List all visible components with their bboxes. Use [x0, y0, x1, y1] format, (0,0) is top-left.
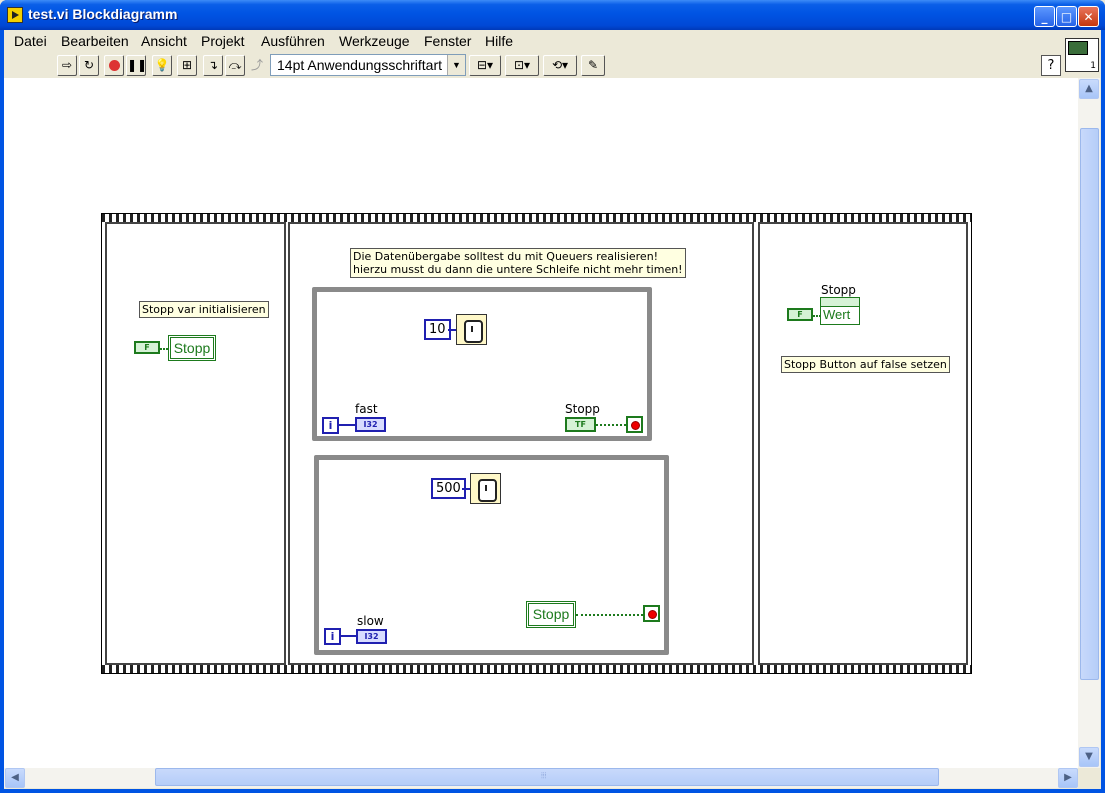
boolean-wire[interactable] — [160, 348, 168, 350]
false-constant-2[interactable]: F — [787, 308, 813, 321]
wait-ms-function-2[interactable] — [470, 473, 501, 504]
wait-ms-function[interactable] — [456, 314, 487, 345]
scroll-down-button[interactable]: ▼ — [1079, 747, 1099, 767]
stop-wire-2[interactable] — [576, 614, 643, 616]
sequence-frame-1[interactable] — [105, 222, 286, 665]
menu-ansicht[interactable]: Ansicht — [141, 33, 187, 49]
stop-condition-icon-2[interactable] — [643, 605, 660, 622]
scroll-right-button[interactable]: ▶ — [1058, 768, 1078, 788]
wait-wire[interactable] — [448, 329, 456, 331]
stop-condition-icon[interactable] — [626, 416, 643, 433]
comment-line-2: hierzu musst du dann die untere Schleife… — [353, 263, 683, 276]
property-node-header — [821, 298, 859, 307]
i32-type-text-2: I32 — [364, 632, 379, 641]
scrollbar-corner — [1078, 768, 1100, 788]
step-out-icon[interactable]: ⤴ — [247, 55, 267, 76]
property-value-wert[interactable]: Wert — [823, 307, 850, 322]
menu-hilfe[interactable]: Hilfe — [485, 33, 513, 49]
window-title: test.vi Blockdiagramm — [28, 6, 178, 22]
menu-werkzeuge[interactable]: Werkzeuge — [339, 33, 410, 49]
highlight-execution-icon[interactable]: 💡 — [152, 55, 172, 76]
boolean-wire-2[interactable] — [813, 315, 821, 317]
align-objects-icon[interactable]: ⊟▾ — [469, 55, 501, 76]
menu-bearbeiten[interactable]: Bearbeiten — [61, 33, 129, 49]
comment-init[interactable]: Stopp var initialisieren — [139, 301, 269, 318]
cleanup-diagram-icon[interactable]: ✎ — [581, 55, 605, 76]
indicator-label-slow: slow — [357, 614, 384, 628]
step-into-icon[interactable]: ↴ — [203, 55, 223, 76]
sequence-frame-3[interactable] — [758, 222, 968, 665]
false-constant[interactable]: F — [134, 341, 160, 354]
wait-wire-2[interactable] — [462, 488, 470, 490]
font-select-value: 14pt Anwendungsschriftart — [277, 57, 442, 73]
comment-line-1: Die Datenübergabe solltest du mit Queuer… — [353, 250, 659, 263]
property-node-stopp[interactable]: Wert — [820, 297, 860, 325]
local-variable-stopp[interactable]: Stopp — [168, 335, 216, 361]
false-constant-text-2: F — [797, 310, 803, 319]
chevron-down-icon[interactable]: ▼ — [447, 55, 465, 75]
iteration-wire-2[interactable] — [341, 635, 356, 637]
vi-icon[interactable] — [1065, 38, 1099, 72]
i32-type-text: I32 — [363, 420, 378, 429]
stopp-control-label: Stopp — [565, 402, 600, 416]
reorder-icon[interactable]: ⟲▾ — [543, 55, 577, 76]
scroll-grip: ⦙⦙⦙ — [541, 771, 547, 780]
film-strip-top — [102, 214, 971, 222]
pause-icon[interactable]: ❚❚ — [126, 55, 147, 76]
stop-wire-1[interactable] — [596, 424, 626, 426]
comment-reset[interactable]: Stopp Button auf false setzen — [781, 356, 950, 373]
false-constant-text: F — [144, 343, 150, 352]
horizontal-scroll-thumb[interactable]: ⦙⦙⦙ — [155, 768, 939, 786]
iteration-wire[interactable] — [339, 424, 355, 426]
stopp-button-terminal[interactable]: TF — [565, 417, 596, 432]
menu-ausfuehren[interactable]: Ausführen — [261, 33, 325, 49]
menu-fenster[interactable]: Fenster — [424, 33, 471, 49]
menu-datei[interactable]: Datei — [14, 33, 47, 49]
wait-constant-500[interactable]: 500 — [431, 478, 466, 499]
maximize-button[interactable]: □ — [1056, 6, 1077, 27]
clock-icon — [478, 479, 497, 502]
run-continuously-icon[interactable]: ↻ — [79, 55, 99, 76]
local-variable-stopp-read[interactable]: Stopp — [526, 601, 576, 628]
iteration-terminal-2[interactable]: i — [324, 628, 341, 645]
distribute-objects-icon[interactable]: ⊡▾ — [505, 55, 539, 76]
font-select[interactable]: 14pt Anwendungsschriftart ▼ — [270, 54, 466, 76]
abort-icon[interactable] — [104, 55, 124, 76]
property-node-label: Stopp — [821, 283, 856, 297]
indicator-fast-i32[interactable]: I32 — [355, 417, 386, 432]
clock-icon — [464, 320, 483, 343]
comment-queue[interactable]: Die Datenübergabe solltest du mit Queuer… — [350, 248, 686, 278]
scroll-left-button[interactable]: ◀ — [5, 768, 25, 788]
menu-projekt[interactable]: Projekt — [201, 33, 245, 49]
retain-wire-values-icon[interactable]: ⊞ — [177, 55, 197, 76]
close-button[interactable]: ✕ — [1078, 6, 1099, 27]
step-over-icon[interactable]: ⤼ — [225, 55, 245, 76]
labview-app-icon[interactable] — [7, 7, 23, 23]
indicator-label-fast: fast — [355, 402, 378, 416]
scroll-up-button[interactable]: ▲ — [1079, 79, 1099, 99]
indicator-slow-i32[interactable]: I32 — [356, 629, 387, 644]
help-button[interactable]: ? — [1041, 55, 1061, 76]
vertical-scroll-thumb[interactable] — [1080, 128, 1099, 680]
iteration-terminal[interactable]: i — [322, 417, 339, 434]
run-arrow-icon[interactable]: ⇨ — [57, 55, 77, 76]
film-strip-bottom — [102, 665, 971, 673]
minimize-button[interactable]: _ — [1034, 6, 1055, 27]
wait-constant-10[interactable]: 10 — [424, 319, 451, 340]
tf-type-text: TF — [575, 420, 586, 429]
